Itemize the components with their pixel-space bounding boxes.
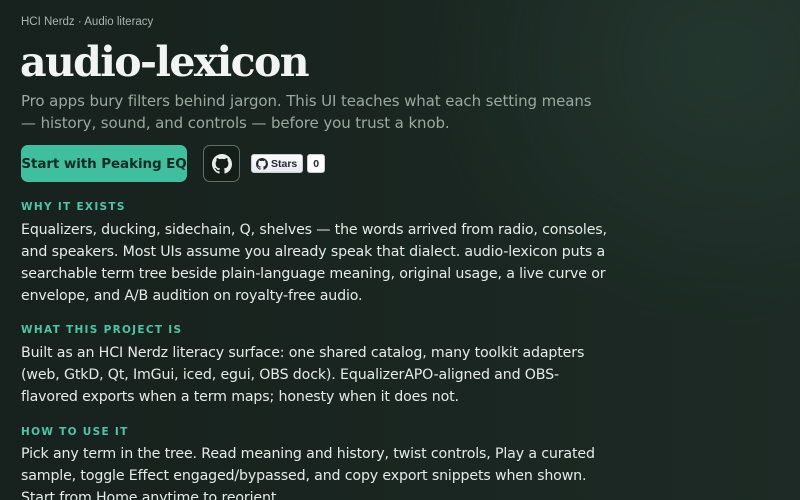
how-to-use-it-heading: HOW TO USE IT: [21, 426, 129, 438]
why-it-exists-body: Equalizers, ducking, sidechain, Q, shelv…: [21, 222, 607, 304]
what-this-project-is-body: Built as an HCI Nerdz literacy surface: …: [21, 345, 585, 405]
why-it-exists-heading: WHY IT EXISTS: [21, 201, 126, 213]
what-this-project-is-heading: WHAT THIS PROJECT IS: [21, 324, 183, 336]
page-subtitle: Pro apps bury filters behind jargon. Thi…: [21, 92, 592, 132]
how-to-use-it-body: Pick any term in the tree. Read meaning …: [21, 446, 595, 500]
start-peaking-eq-button[interactable]: Start with Peaking EQ: [21, 145, 187, 182]
page-title: audio-lexicon: [20, 38, 310, 86]
github-icon: [211, 153, 232, 174]
github-mark-icon: [256, 157, 268, 170]
stars-label: Stars: [271, 157, 298, 170]
breadcrumb: HCI Nerdz · Audio literacy: [21, 16, 154, 28]
github-stars-widget: Stars 0: [251, 154, 326, 173]
action-row: Start with Peaking EQ Stars 0: [21, 145, 621, 182]
github-link-button[interactable]: [203, 145, 240, 182]
stars-button[interactable]: Stars: [251, 154, 304, 173]
stars-count[interactable]: 0: [307, 154, 326, 173]
